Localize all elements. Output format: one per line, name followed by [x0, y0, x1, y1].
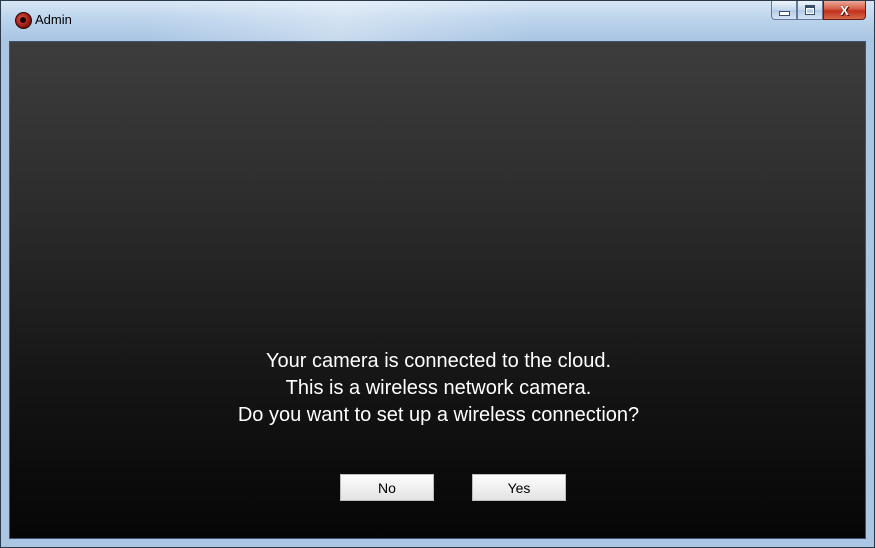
maximize-icon [805, 5, 815, 15]
camera-app-icon[interactable] [15, 12, 32, 29]
close-button[interactable]: X [823, 1, 866, 20]
window-title: Admin [35, 12, 72, 27]
message-line-3: Do you want to set up a wireless connect… [237, 404, 640, 426]
window-controls: X [771, 1, 866, 21]
no-button[interactable]: No [340, 474, 434, 501]
yes-button[interactable]: Yes [472, 474, 566, 501]
close-icon: X [840, 2, 849, 18]
minimize-icon [778, 10, 790, 16]
maximize-button[interactable] [797, 1, 823, 20]
connection-message: Your camera is connected to the cloud. T… [10, 348, 867, 429]
dialog-content-area: Your camera is connected to the cloud. T… [9, 41, 866, 539]
admin-window: Admin X Your camera is connected to the … [0, 0, 875, 548]
title-bar[interactable]: Admin X [1, 1, 874, 41]
message-line-1: Your camera is connected to the cloud. [265, 350, 612, 372]
minimize-button[interactable] [771, 1, 797, 20]
message-line-2: This is a wireless network camera. [285, 377, 592, 399]
